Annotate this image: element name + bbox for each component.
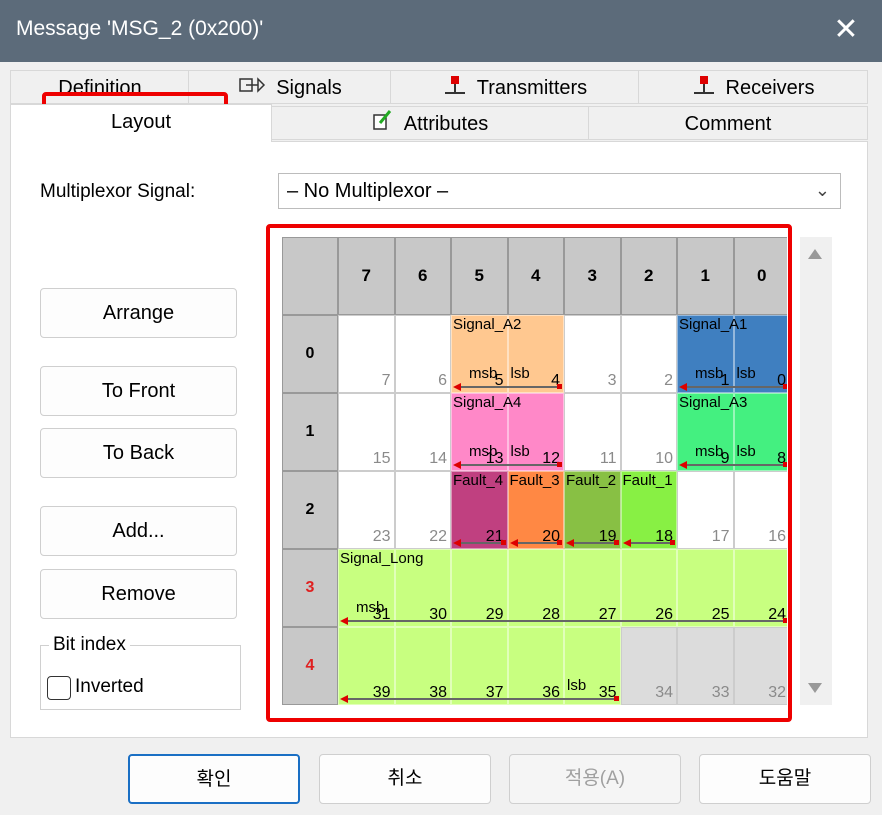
scroll-down-icon[interactable] xyxy=(808,683,822,693)
tab-layout[interactable]: Layout xyxy=(10,104,272,142)
tab-comment-label: Comment xyxy=(684,113,772,135)
signals-icon xyxy=(238,72,266,106)
tab-transmitters[interactable]: Transmitters xyxy=(390,70,640,104)
cancel-button[interactable]: 취소 xyxy=(319,754,491,804)
multiplexor-value: – No Multiplexor – xyxy=(287,180,449,202)
tab-receivers-label: Receivers xyxy=(725,77,815,99)
help-button[interactable]: 도움말 xyxy=(699,754,871,804)
bit-index-caption: Bit index xyxy=(49,634,130,656)
receiver-icon xyxy=(692,72,716,106)
tab-signals-label: Signals xyxy=(276,77,342,99)
transmitter-icon xyxy=(443,72,467,106)
ok-button[interactable]: 확인 xyxy=(128,754,300,804)
tab-transmitters-label: Transmitters xyxy=(476,77,588,99)
window-title: Message 'MSG_2 (0x200)' xyxy=(16,17,264,40)
to-front-button[interactable]: To Front xyxy=(40,366,237,416)
multiplexor-label: Multiplexor Signal: xyxy=(40,181,196,202)
grid-vertical-scrollbar[interactable] xyxy=(800,237,832,705)
chevron-down-icon: ⌄ xyxy=(814,180,830,200)
arrange-button[interactable]: Arrange xyxy=(40,288,237,338)
multiplexor-select[interactable]: – No Multiplexor – ⌄ xyxy=(278,173,841,209)
close-icon[interactable]: ✕ xyxy=(818,8,874,54)
add-button[interactable]: Add... xyxy=(40,506,237,556)
bit-index-group: Bit index Inverted xyxy=(40,634,241,710)
attributes-icon xyxy=(372,108,394,142)
tab-attributes[interactable]: Attributes xyxy=(270,106,590,140)
tab-layout-label: Layout xyxy=(110,111,172,133)
tab-comment[interactable]: Comment xyxy=(588,106,868,140)
inverted-label: Inverted xyxy=(75,676,144,697)
inverted-checkbox[interactable] xyxy=(47,676,71,700)
scroll-up-icon[interactable] xyxy=(808,249,822,259)
remove-button[interactable]: Remove xyxy=(40,569,237,619)
apply-button[interactable]: 적용(A) xyxy=(509,754,681,804)
dialog-window: Message 'MSG_2 (0x200)' ✕ Definition Sig… xyxy=(0,0,882,815)
to-back-button[interactable]: To Back xyxy=(40,428,237,478)
title-bar: Message 'MSG_2 (0x200)' ✕ xyxy=(0,0,882,62)
tab-receivers[interactable]: Receivers xyxy=(638,70,868,104)
grid-highlight xyxy=(266,224,792,722)
tab-attributes-label: Attributes xyxy=(403,113,489,135)
